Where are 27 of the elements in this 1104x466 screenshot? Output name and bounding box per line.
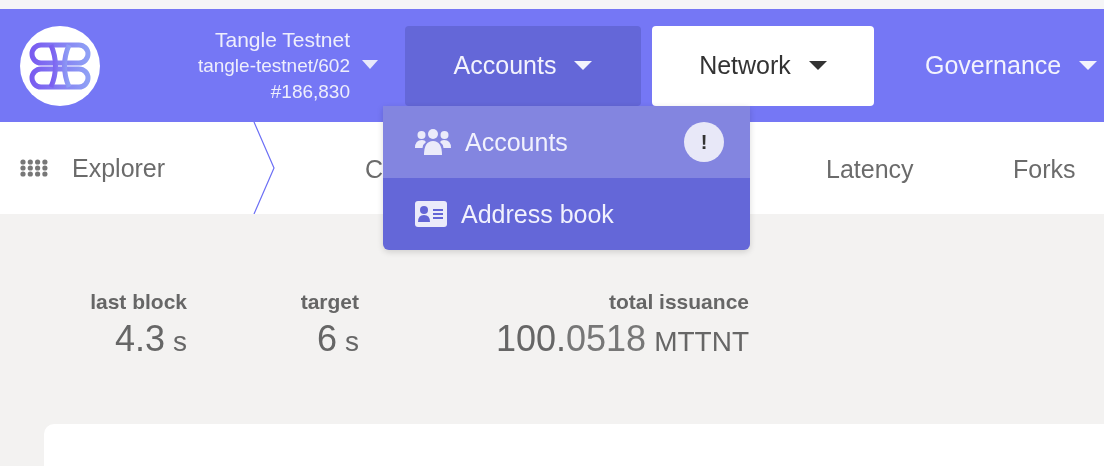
chain-selector[interactable]: Tangle Testnet tangle-testnet/602 #186,830 xyxy=(128,26,378,105)
users-icon xyxy=(415,128,451,156)
caret-icon xyxy=(574,60,593,71)
stat-label: total issuance xyxy=(608,290,749,314)
chain-spec: tangle-testnet/602 xyxy=(197,53,350,78)
menu-item[interactable]: Accounts ! xyxy=(383,106,750,178)
menu-item[interactable]: Address book xyxy=(383,178,750,250)
sub-tab[interactable]: Latency xyxy=(826,155,914,184)
block-number: #186,830 xyxy=(270,79,350,104)
stat-label: target xyxy=(300,290,359,314)
nav-menu-button[interactable]: Accounts xyxy=(405,25,641,106)
stat-value: 6 s xyxy=(316,318,359,360)
stat-value: 4.3 s xyxy=(114,318,187,360)
nav-menu-button[interactable]: Network xyxy=(652,25,874,106)
chain-name: Tangle Testnet xyxy=(214,26,350,53)
apps-grid-icon xyxy=(20,159,48,177)
contact-card-icon xyxy=(415,201,447,227)
caret-icon xyxy=(1079,60,1098,71)
sub-tab[interactable]: Forks xyxy=(1013,155,1076,184)
alert-badge: ! xyxy=(684,122,724,162)
caret-icon xyxy=(808,60,827,71)
sub-tab[interactable]: C xyxy=(365,155,384,184)
stat-label: last block xyxy=(90,290,187,314)
explorer-label[interactable]: Explorer xyxy=(72,153,166,183)
caret-icon xyxy=(362,59,378,70)
stat-value: 100.0518 MTTNT xyxy=(495,318,749,360)
nav-menu-button[interactable]: Governance xyxy=(885,25,1104,106)
